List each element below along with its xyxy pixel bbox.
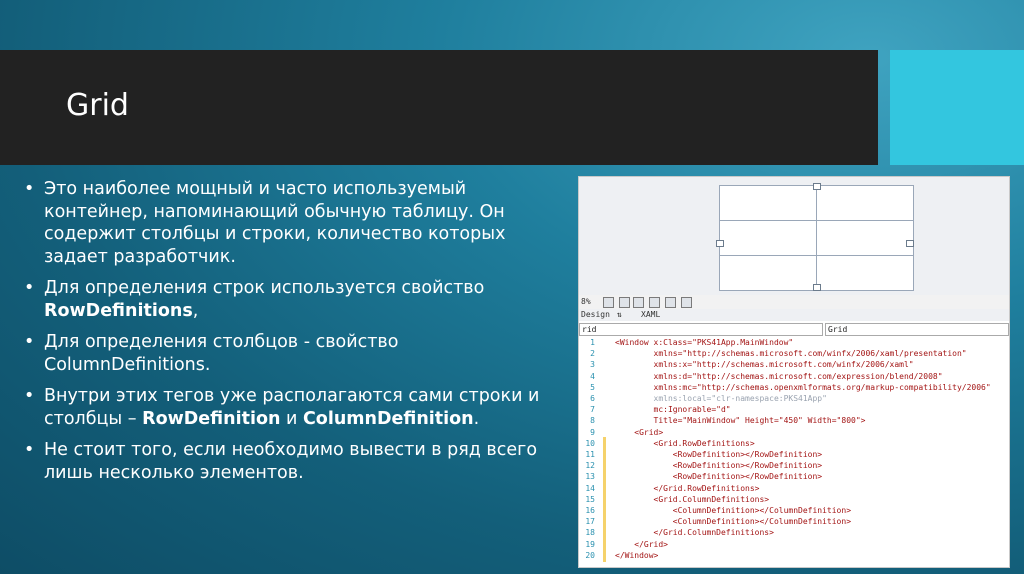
line-number: 6 <box>590 394 595 403</box>
view-tabs: Design ⇅ XAML <box>579 309 1009 321</box>
row-marker-icon[interactable] <box>906 240 914 247</box>
line-number: 17 <box>585 517 595 527</box>
line-number: 10 <box>585 438 595 448</box>
line-number: 5 <box>590 382 595 392</box>
code-line[interactable]: <RowDefinition></RowDefinition> <box>615 449 822 460</box>
grid-icon[interactable] <box>619 297 630 308</box>
code-line[interactable]: </Grid.RowDefinitions> <box>615 483 760 494</box>
bullet-list: Это наиболее мощный и часто используемый… <box>24 178 564 493</box>
line-number: 4 <box>590 371 595 381</box>
line-number: 9 <box>590 427 595 437</box>
code-line[interactable]: <RowDefinition></RowDefinition> <box>615 471 822 482</box>
change-indicator <box>603 437 606 562</box>
line-number: 14 <box>585 483 595 493</box>
line-number: 13 <box>585 472 595 482</box>
code-line[interactable]: <Grid.ColumnDefinitions> <box>615 494 770 505</box>
code-line[interactable]: xmlns:mc="http://schemas.openxmlformats.… <box>615 382 991 393</box>
designer-toolbar: 8% <box>579 295 1009 309</box>
code-line[interactable]: xmlns:local="clr-namespace:PKS41App" <box>615 393 827 404</box>
artboard-icon[interactable] <box>649 297 660 308</box>
line-number: 19 <box>585 539 595 549</box>
code-line[interactable]: <Grid.RowDefinitions> <box>615 438 755 449</box>
line-number: 12 <box>585 461 595 471</box>
swap-icon[interactable]: ⇅ <box>617 310 622 319</box>
tab-xaml[interactable]: XAML <box>641 310 660 319</box>
bullet-4-keyword-2: ColumnDefinition <box>302 408 474 429</box>
bullet-4-mid: и <box>280 408 303 429</box>
code-line[interactable]: xmlns="http://schemas.microsoft.com/winf… <box>615 348 967 359</box>
title-bar <box>0 50 878 165</box>
line-number: 20 <box>585 550 595 560</box>
bullet-2-text: Для определения строк используется свойс… <box>44 278 485 298</box>
line-number: 2 <box>590 349 595 359</box>
bullet-4-keyword-1: RowDefinition <box>142 408 281 429</box>
code-line[interactable]: xmlns:d="http://schemas.microsoft.com/ex… <box>615 371 943 382</box>
zoom-level[interactable]: 8% <box>581 297 591 306</box>
line-number: 3 <box>590 360 595 370</box>
xaml-editor[interactable]: 1 <Window x:Class="PKS41App.MainWindow" 2 … <box>579 337 1009 567</box>
code-line[interactable]: <Grid> <box>615 427 663 438</box>
bullet-4: Внутри этих тегов уже располагаются сами… <box>24 385 564 430</box>
column-marker-icon[interactable] <box>813 284 821 291</box>
slide-title: Grid <box>66 88 129 123</box>
designer-surface <box>579 177 1009 303</box>
bullet-3-text: Для определения столбцов - свойство <box>44 332 399 352</box>
formula-icon[interactable] <box>603 297 614 308</box>
code-line[interactable]: </Grid> <box>615 539 668 550</box>
bullet-2-keyword: RowDefinitions <box>44 300 193 321</box>
line-number: 15 <box>585 494 595 504</box>
snap-lines-icon[interactable] <box>665 297 676 308</box>
code-line[interactable]: Title="MainWindow" Height="450" Width="8… <box>615 415 866 426</box>
code-line[interactable]: <Window x:Class="PKS41App.MainWindow" <box>615 337 793 348</box>
snap-grid-icon[interactable] <box>633 297 644 308</box>
bullet-3: Для определения столбцов - свойство Colu… <box>24 331 564 376</box>
line-number: 7 <box>590 405 595 415</box>
bullet-5-text: Не стоит того, если необходимо вывести в… <box>44 440 538 483</box>
column-divider <box>816 186 817 290</box>
code-line[interactable]: <ColumnDefinition></ColumnDefinition> <box>615 516 851 527</box>
bullet-2: Для определения строк используется свойс… <box>24 277 564 322</box>
bullet-5: Не стоит того, если необходимо вывести в… <box>24 439 564 484</box>
code-line[interactable]: <ColumnDefinition></ColumnDefinition> <box>615 505 851 516</box>
code-line[interactable]: xmlns:x="http://schemas.microsoft.com/wi… <box>615 359 914 370</box>
scope-selector[interactable]: Grid <box>825 323 1009 336</box>
bullet-2-end: , <box>192 300 199 321</box>
bullet-4-end: . <box>473 408 480 429</box>
column-marker-icon[interactable] <box>813 183 821 190</box>
line-number: 16 <box>585 506 595 515</box>
element-selector[interactable]: rid <box>579 323 823 336</box>
accent-block <box>890 50 1024 165</box>
line-number: 11 <box>585 450 595 459</box>
line-number: 18 <box>585 528 595 538</box>
code-line[interactable]: </Window> <box>615 550 658 561</box>
code-line[interactable]: mc:Ignorable="d" <box>615 404 731 415</box>
code-line[interactable]: <RowDefinition></RowDefinition> <box>615 460 822 471</box>
bullet-1: Это наиболее мощный и часто используемый… <box>24 178 564 268</box>
refresh-icon[interactable] <box>681 297 692 308</box>
tab-design[interactable]: Design <box>581 310 610 319</box>
line-number: 1 <box>590 338 595 347</box>
row-marker-icon[interactable] <box>716 240 724 247</box>
bullet-3-keyword: ColumnDefinitions <box>44 354 205 375</box>
grid-preview[interactable] <box>716 183 914 291</box>
line-number: 8 <box>590 416 595 426</box>
ide-screenshot: 8% Design ⇅ XAML rid Grid 1 <Window x:Cla… <box>578 176 1010 568</box>
bullet-1-text: Это наиболее мощный и часто используемый… <box>44 179 506 267</box>
code-line[interactable]: </Grid.ColumnDefinitions> <box>615 527 774 538</box>
bullet-3-end: . <box>204 354 211 375</box>
